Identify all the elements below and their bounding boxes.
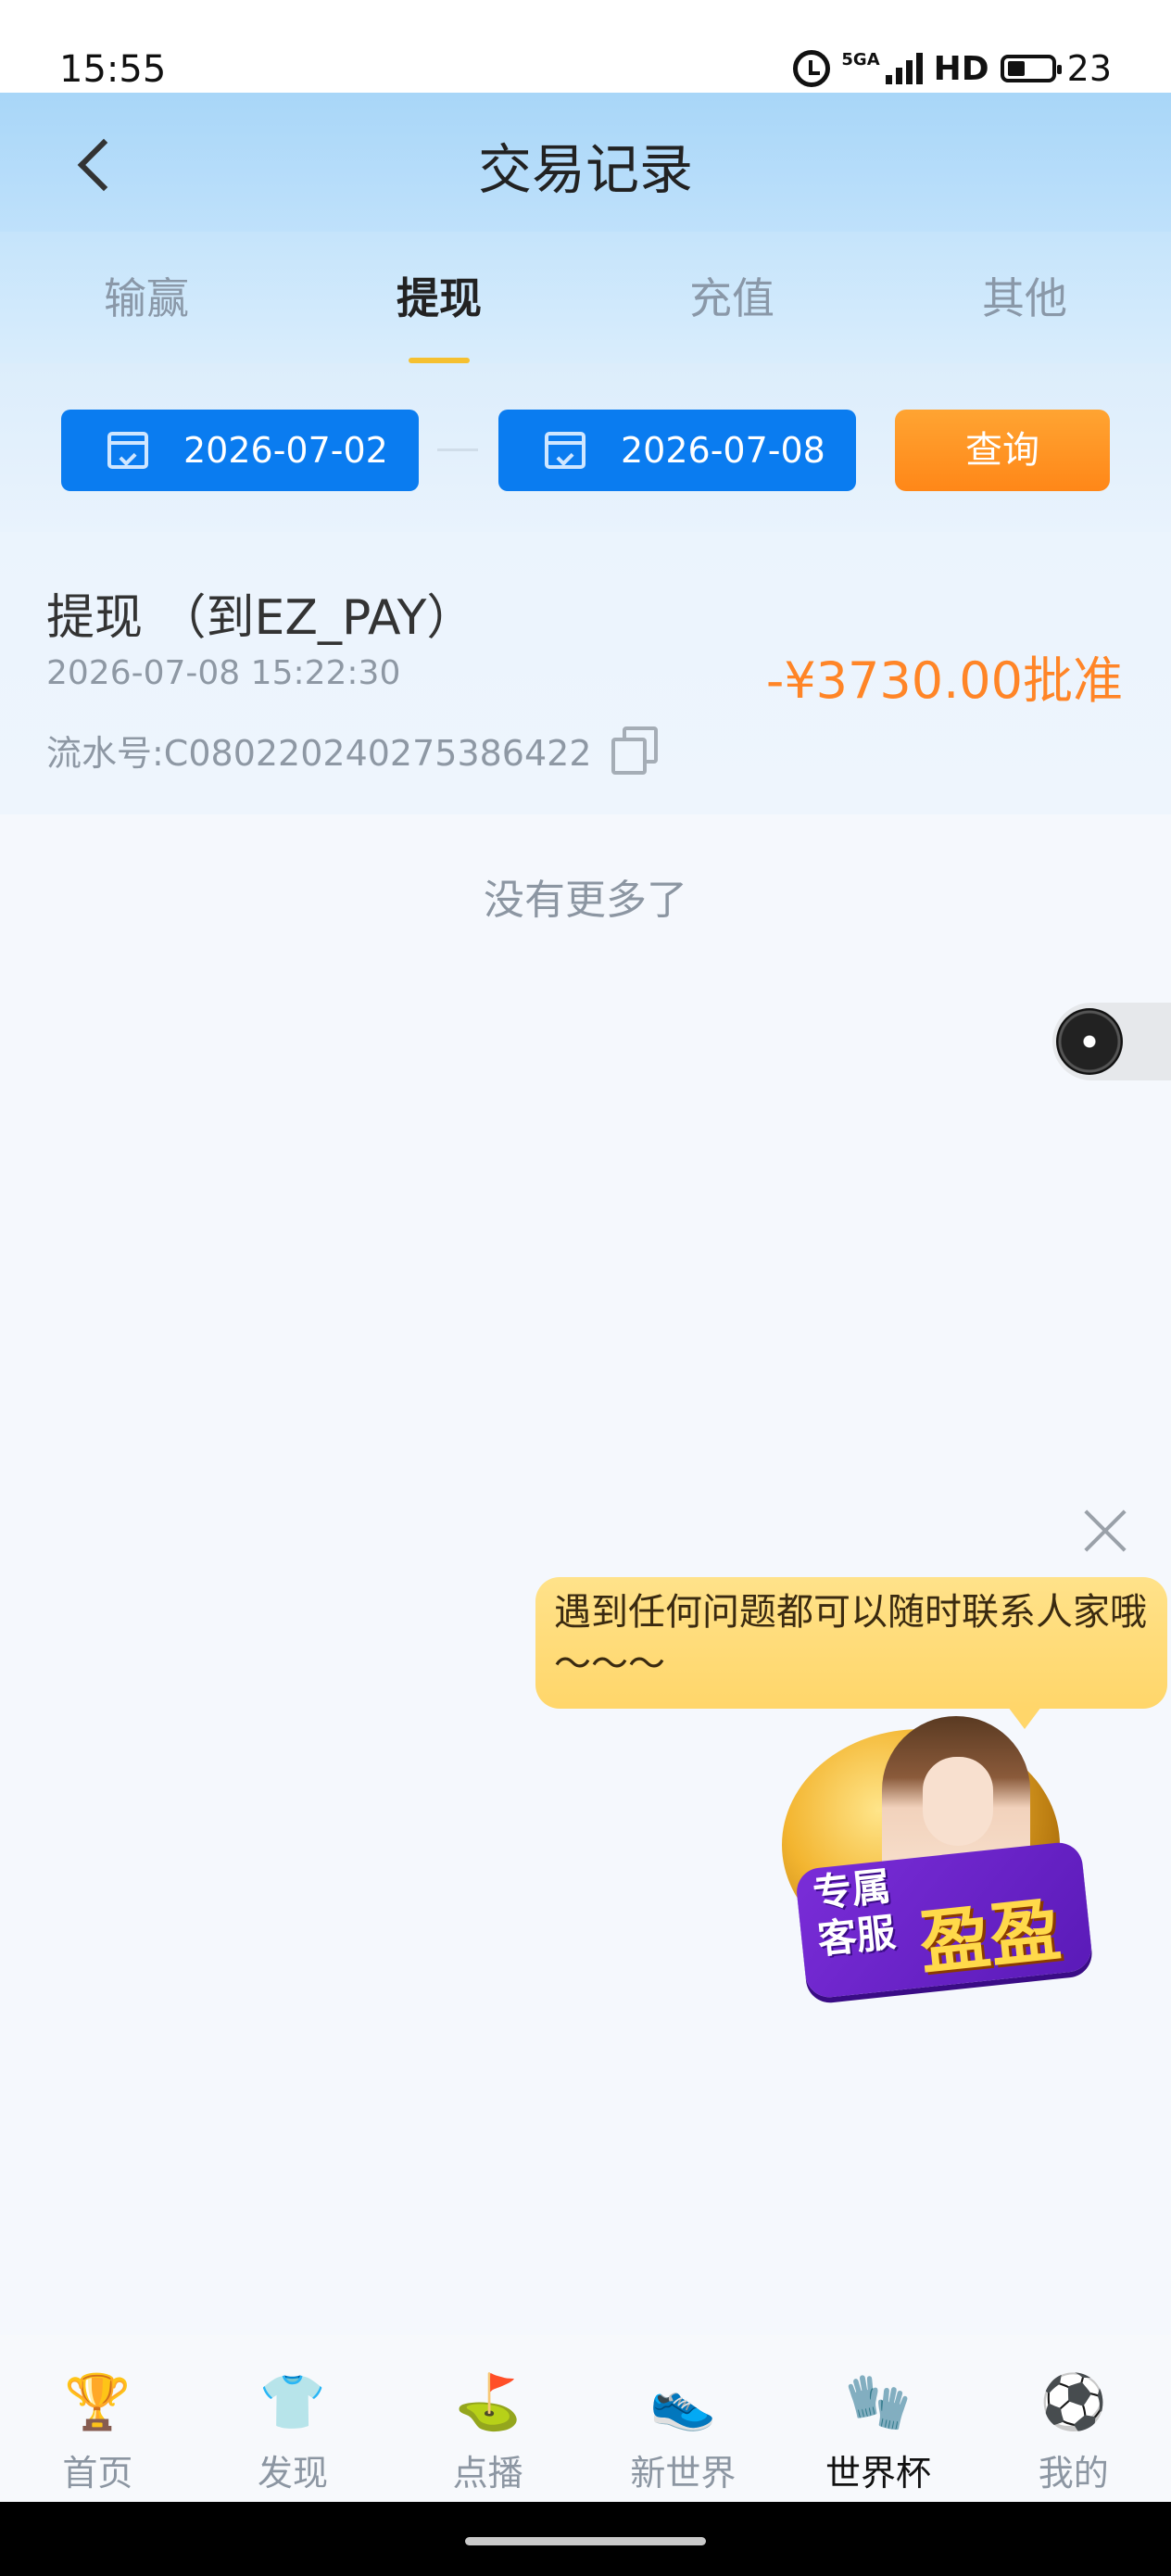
nav-discover[interactable]: 👕 发现 (195, 2335, 391, 2502)
record-time: 2026-07-08 15:22:30 (46, 654, 401, 692)
boots-icon: 👟 (649, 2370, 717, 2433)
close-icon[interactable] (1080, 1503, 1130, 1553)
record-amount-status: -¥3730.00批准 (765, 651, 1123, 710)
calendar-icon (545, 432, 586, 469)
start-date-button[interactable]: 2026-07-02 (61, 410, 419, 491)
nav-label: 世界杯 (825, 2453, 932, 2494)
customer-service-badge[interactable]: 专属客服 盈盈 (763, 1716, 1106, 2022)
nav-label: 新世界 (630, 2453, 737, 2494)
jersey-icon: 👕 (258, 2370, 327, 2433)
record-serial: 流水号:C08022024027538642​2 (46, 733, 592, 774)
copy-icon[interactable] (610, 725, 658, 775)
tab-bar: 输赢 提现 充值 其他 (0, 232, 1171, 363)
nav-label: 首页 (62, 2453, 133, 2494)
avatar-face (923, 1757, 993, 1846)
page-title: 交易记录 (477, 138, 693, 201)
nav-label: 点播 (452, 2453, 523, 2494)
start-date-value: 2026-07-02 (183, 430, 388, 471)
system-nav-bar (0, 2502, 1171, 2576)
status-icons: 5GA HD 23 (793, 48, 1112, 89)
status-time: 15:55 (59, 48, 167, 91)
nav-new-world[interactable]: 👟 新世界 (586, 2335, 781, 2502)
nav-world-cup[interactable]: 🧤 世界杯 (781, 2335, 976, 2502)
floating-music-button[interactable] (1052, 1003, 1171, 1080)
header: 交易记录 (0, 93, 1171, 232)
date-filter-bar: 2026-07-02 2026-07-08 查询 (0, 363, 1171, 532)
badge-label-big: 盈盈 (915, 1888, 1064, 1985)
tab-withdraw[interactable]: 提现 (293, 232, 586, 363)
nav-on-demand[interactable]: ⛳ 点播 (390, 2335, 586, 2502)
no-more-text: 没有更多了 (484, 877, 687, 924)
pitch-flag-icon: ⛳ (454, 2370, 522, 2433)
support-bubble[interactable]: 遇到任何问题都可以随时联系人家哦～～～ (535, 1577, 1167, 1729)
battery-icon (1000, 55, 1062, 82)
badge-label-small: 专属客服 (811, 1863, 898, 1963)
record-disc-icon (1056, 1008, 1123, 1075)
query-button[interactable]: 查询 (895, 410, 1110, 491)
status-bar: 15:55 5GA HD 23 (0, 0, 1171, 93)
nav-home[interactable]: 🏆 首页 (0, 2335, 195, 2502)
nav-label: 发现 (258, 2453, 329, 2494)
home-indicator[interactable] (465, 2537, 706, 2545)
date-separator (437, 448, 478, 451)
tab-deposit[interactable]: 充值 (586, 232, 878, 363)
nav-mine[interactable]: ⚽ 我的 (976, 2335, 1171, 2502)
calendar-icon (107, 432, 148, 469)
alarm-icon (793, 50, 831, 87)
end-date-value: 2026-07-08 (621, 430, 825, 471)
trophy-icon: 🏆 (64, 2370, 132, 2433)
battery-level: 23 (1066, 48, 1112, 89)
nav-label: 我的 (1038, 2453, 1109, 2494)
record-title: 提现 （到EZ_PAY） (46, 590, 475, 646)
transaction-record[interactable]: 提现 （到EZ_PAY） 2026-07-08 15:22:30 流水号:C08… (0, 532, 1171, 814)
hd-indicator: HD (933, 49, 989, 88)
bottom-nav: 🏆 首页 👕 发现 ⛳ 点播 👟 新世界 🧤 世界杯 ⚽ 我的 (0, 2335, 1171, 2502)
tab-other[interactable]: 其他 (878, 232, 1171, 363)
end-date-button[interactable]: 2026-07-08 (498, 410, 856, 491)
goalkeeper-gloves-icon: 🧤 (844, 2370, 913, 2433)
football-icon: ⚽ (1039, 2370, 1107, 2433)
signal-icon (885, 53, 923, 84)
tab-win-loss[interactable]: 输赢 (0, 232, 293, 363)
network-type: 5GA (841, 50, 880, 69)
